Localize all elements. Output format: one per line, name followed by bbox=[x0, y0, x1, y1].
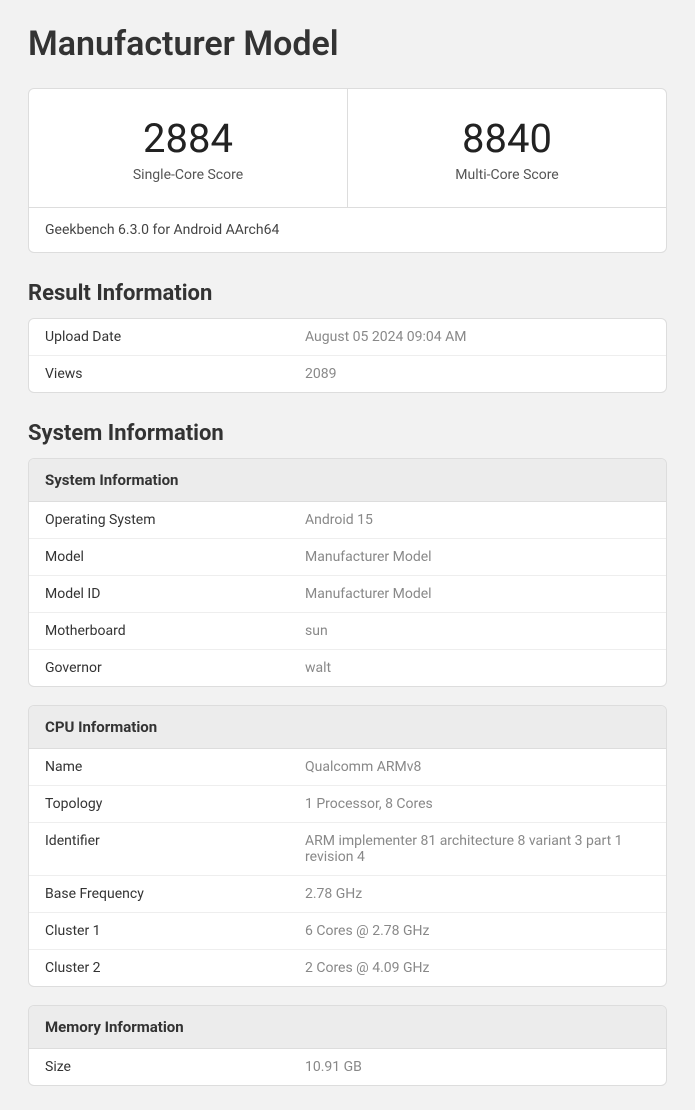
table-header: Memory Information bbox=[29, 1006, 666, 1049]
table-row: Model ID Manufacturer Model bbox=[29, 576, 666, 613]
row-val: ARM implementer 81 architecture 8 varian… bbox=[305, 833, 650, 865]
benchmark-version: Geekbench 6.3.0 for Android AArch64 bbox=[29, 208, 666, 252]
row-key: Governor bbox=[45, 660, 305, 676]
table-row: Name Qualcomm ARMv8 bbox=[29, 749, 666, 786]
row-key: Name bbox=[45, 759, 305, 775]
table-row: Base Frequency 2.78 GHz bbox=[29, 876, 666, 913]
row-key: Model ID bbox=[45, 586, 305, 602]
multi-core-score: 8840 Multi-Core Score bbox=[347, 89, 666, 207]
system-info-table: System Information Operating System Andr… bbox=[28, 458, 667, 687]
table-row: Topology 1 Processor, 8 Cores bbox=[29, 786, 666, 823]
row-val: Manufacturer Model bbox=[305, 549, 650, 565]
row-val: 10.91 GB bbox=[305, 1059, 650, 1075]
table-row: Upload Date August 05 2024 09:04 AM bbox=[29, 319, 666, 356]
system-info-heading: System Information bbox=[28, 421, 667, 446]
row-key: Operating System bbox=[45, 512, 305, 528]
row-key: Identifier bbox=[45, 833, 305, 865]
row-val: Qualcomm ARMv8 bbox=[305, 759, 650, 775]
row-key: Cluster 1 bbox=[45, 923, 305, 939]
row-val: August 05 2024 09:04 AM bbox=[305, 329, 650, 345]
table-row: Identifier ARM implementer 81 architectu… bbox=[29, 823, 666, 876]
table-row: Operating System Android 15 bbox=[29, 502, 666, 539]
scores-row: 2884 Single-Core Score 8840 Multi-Core S… bbox=[29, 89, 666, 208]
table-row: Cluster 1 6 Cores @ 2.78 GHz bbox=[29, 913, 666, 950]
row-key: Cluster 2 bbox=[45, 960, 305, 976]
single-core-value: 2884 bbox=[39, 117, 337, 161]
row-val: 6 Cores @ 2.78 GHz bbox=[305, 923, 650, 939]
row-key: Motherboard bbox=[45, 623, 305, 639]
row-key: Topology bbox=[45, 796, 305, 812]
result-info-heading: Result Information bbox=[28, 281, 667, 306]
table-row: Motherboard sun bbox=[29, 613, 666, 650]
table-row: Size 10.91 GB bbox=[29, 1049, 666, 1085]
row-val: 2 Cores @ 4.09 GHz bbox=[305, 960, 650, 976]
row-key: Base Frequency bbox=[45, 886, 305, 902]
row-val: Manufacturer Model bbox=[305, 586, 650, 602]
row-key: Model bbox=[45, 549, 305, 565]
row-key: Size bbox=[45, 1059, 305, 1075]
multi-core-label: Multi-Core Score bbox=[358, 167, 656, 183]
single-core-label: Single-Core Score bbox=[39, 167, 337, 183]
row-key: Upload Date bbox=[45, 329, 305, 345]
row-val: sun bbox=[305, 623, 650, 639]
row-key: Views bbox=[45, 366, 305, 382]
table-row: Views 2089 bbox=[29, 356, 666, 392]
table-header: System Information bbox=[29, 459, 666, 502]
scores-card: 2884 Single-Core Score 8840 Multi-Core S… bbox=[28, 88, 667, 253]
table-header: CPU Information bbox=[29, 706, 666, 749]
row-val: 2.78 GHz bbox=[305, 886, 650, 902]
row-val: walt bbox=[305, 660, 650, 676]
row-val: 1 Processor, 8 Cores bbox=[305, 796, 650, 812]
row-val: 2089 bbox=[305, 366, 650, 382]
table-row: Cluster 2 2 Cores @ 4.09 GHz bbox=[29, 950, 666, 986]
table-row: Model Manufacturer Model bbox=[29, 539, 666, 576]
page-title: Manufacturer Model bbox=[28, 24, 667, 64]
memory-info-table: Memory Information Size 10.91 GB bbox=[28, 1005, 667, 1086]
multi-core-value: 8840 bbox=[358, 117, 656, 161]
single-core-score: 2884 Single-Core Score bbox=[29, 89, 347, 207]
cpu-info-table: CPU Information Name Qualcomm ARMv8 Topo… bbox=[28, 705, 667, 987]
table-row: Governor walt bbox=[29, 650, 666, 686]
row-val: Android 15 bbox=[305, 512, 650, 528]
result-info-table: Upload Date August 05 2024 09:04 AM View… bbox=[28, 318, 667, 393]
